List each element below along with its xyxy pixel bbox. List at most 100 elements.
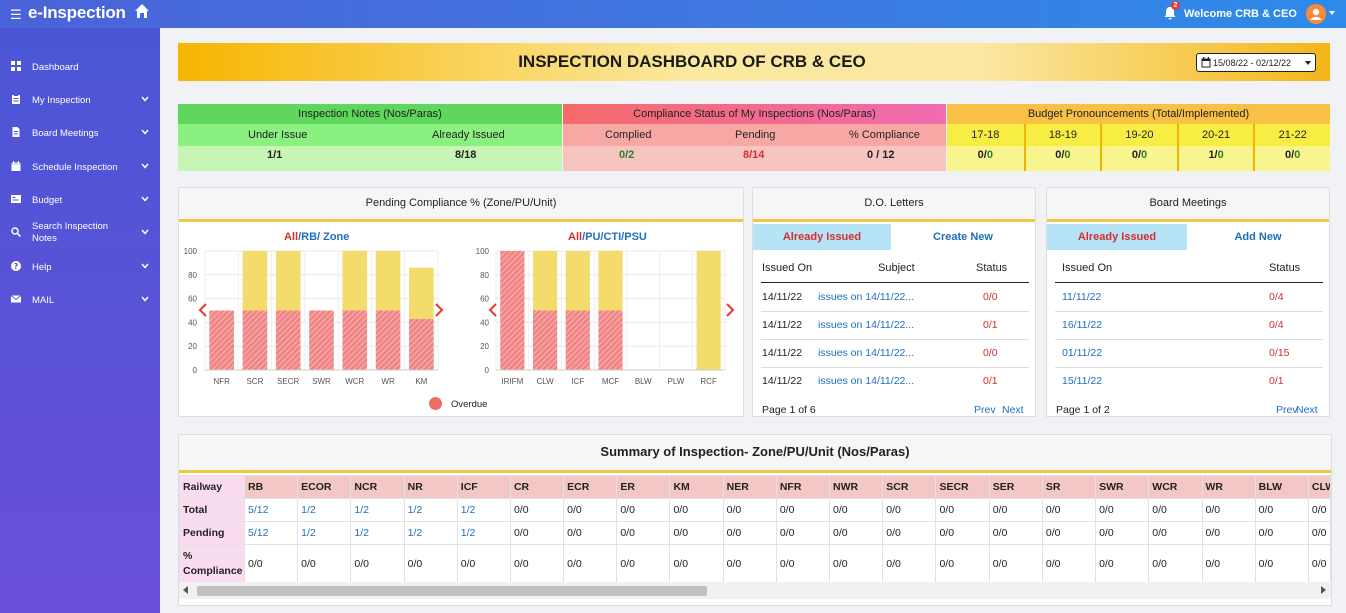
sidebar-item-budget[interactable]: Budget — [0, 186, 160, 214]
subject-link[interactable]: issues on 14/11/22... — [818, 375, 914, 387]
compliance-status-panel: Compliance Status of My Inspections (Nos… — [563, 104, 946, 171]
subject-link[interactable]: issues on 14/11/22... — [818, 291, 914, 303]
sidebar-item-schedule-inspection[interactable]: Schedule Inspection — [0, 153, 160, 181]
table-cell[interactable]: 1/2 — [297, 498, 352, 522]
do-letters-title: D.O. Letters — [753, 188, 1035, 222]
tab-do-create-new[interactable]: Create New — [891, 224, 1035, 250]
budget-year-column: 18-19 0/0 — [1023, 124, 1101, 171]
table-cell[interactable]: 1/2 — [403, 521, 458, 545]
table-cell[interactable]: 1/2 — [297, 521, 352, 545]
x-tick-label: SECR — [277, 377, 299, 386]
budget-year-value[interactable]: 0/0 — [947, 146, 1024, 164]
budget-icon — [11, 195, 21, 203]
tab-bm-already-issued[interactable]: Already Issued — [1047, 224, 1187, 250]
table-cell[interactable]: 1/2 — [456, 521, 511, 545]
zone-filter-rb-zone[interactable]: /RB/ Zone — [298, 231, 349, 243]
status-cell[interactable]: 0/4 — [1269, 291, 1284, 303]
sidebar-item-my-inspection[interactable]: My Inspection — [0, 86, 160, 114]
app-brand[interactable]: e-Inspection — [28, 3, 126, 23]
sidebar-item-dashboard[interactable]: Dashboard — [0, 53, 160, 81]
table-row[interactable]: 14/11/22 issues on 14/11/22... 0/0 — [753, 291, 1035, 319]
table-row[interactable]: 15/11/22 0/1 — [1047, 375, 1329, 403]
issued-on-cell: 14/11/22 — [762, 291, 803, 303]
tab-bm-add-new[interactable]: Add New — [1187, 224, 1329, 250]
home-icon[interactable] — [134, 3, 150, 19]
do-prev-button[interactable]: Prev — [974, 404, 996, 416]
budget-year-value[interactable]: 1/0 — [1179, 146, 1254, 164]
summary-horizontal-scrollbar[interactable] — [179, 582, 1331, 599]
table-cell: 0/0 — [243, 544, 299, 583]
bm-prev-button[interactable]: Prev — [1276, 404, 1298, 416]
status-cell[interactable]: 0/0 — [983, 347, 998, 359]
already-issued-value[interactable]: 8/18 — [455, 146, 476, 171]
column-header: RB — [243, 475, 299, 499]
table-cell: 0/0 — [616, 521, 671, 545]
bm-next-button[interactable]: Next — [1296, 404, 1318, 416]
issued-on-link[interactable]: 16/11/22 — [1062, 319, 1102, 331]
table-cell: 0/0 — [935, 544, 990, 583]
date-range-picker[interactable]: 15/08/22 - 02/12/22 — [1196, 53, 1316, 72]
mail-icon — [11, 295, 21, 303]
table-cell[interactable]: 1/2 — [350, 498, 405, 522]
table-cell[interactable]: 1/2 — [403, 498, 458, 522]
sidebar-item-mail[interactable]: MAIL — [0, 286, 160, 314]
chart-prev-arrow-icon[interactable] — [488, 303, 498, 317]
table-row[interactable]: 14/11/22 issues on 14/11/22... 0/1 — [753, 375, 1035, 403]
under-issue-value[interactable]: 1/1 — [267, 146, 282, 171]
table-cell: 0/0 — [563, 544, 618, 583]
table-row[interactable]: 16/11/22 0/4 — [1047, 319, 1329, 347]
avatar[interactable] — [1306, 4, 1326, 24]
status-cell[interactable]: 0/1 — [983, 375, 998, 387]
hamburger-menu-icon[interactable]: ☰ — [10, 7, 22, 23]
tab-do-already-issued[interactable]: Already Issued — [753, 224, 891, 250]
budget-year-column: 19-20 0/0 — [1100, 124, 1177, 171]
row-divider — [1055, 311, 1323, 312]
complied-value[interactable]: 0/2 — [619, 146, 634, 171]
table-cell[interactable]: 1/2 — [350, 521, 405, 545]
status-cell[interactable]: 0/1 — [1269, 375, 1284, 387]
sidebar-item-board-meetings[interactable]: Board Meetings — [0, 119, 160, 147]
user-menu-caret-icon[interactable] — [1329, 11, 1335, 15]
status-cell[interactable]: 0/4 — [1269, 319, 1284, 331]
zone-filter-all[interactable]: All — [284, 231, 298, 243]
table-cell: 0/0 — [882, 498, 937, 522]
status-cell[interactable]: 0/15 — [1269, 347, 1289, 359]
pending-value[interactable]: 8/14 — [743, 146, 764, 171]
issued-on-link[interactable]: 11/11/22 — [1062, 291, 1101, 303]
bar-segment — [375, 251, 401, 311]
do-letters-card: D.O. Letters Already Issued Create New I… — [752, 187, 1036, 417]
bar-segment — [342, 251, 368, 311]
sidebar-item-search-inspection-notes[interactable]: Search Inspection Notes — [0, 219, 160, 247]
column-header: NR — [403, 475, 458, 499]
status-cell[interactable]: 0/1 — [983, 319, 998, 331]
table-row[interactable]: 11/11/22 0/4 — [1047, 291, 1329, 319]
subject-link[interactable]: issues on 14/11/22... — [818, 347, 914, 359]
table-row[interactable]: 14/11/22 issues on 14/11/22... 0/0 — [753, 347, 1035, 375]
sidebar-item-label: Dashboard — [32, 62, 79, 73]
table-cell[interactable]: 5/12 — [243, 521, 299, 545]
budget-year-value[interactable]: 0/0 — [1102, 146, 1177, 164]
chart-next-arrow-icon[interactable] — [725, 303, 735, 317]
scroll-left-arrow-icon[interactable] — [183, 586, 188, 594]
budget-year-value[interactable]: 0/0 — [1255, 146, 1330, 164]
pu-filter-pu-cti-psu[interactable]: /PU/CTI/PSU — [582, 231, 647, 243]
board-meetings-title: Board Meetings — [1047, 188, 1329, 222]
table-cell[interactable]: 1/2 — [456, 498, 511, 522]
subject-link[interactable]: issues on 14/11/22... — [818, 319, 914, 331]
x-tick-label: ICF — [571, 377, 584, 386]
budget-year-value[interactable]: 0/0 — [1026, 146, 1101, 164]
scrollbar-thumb[interactable] — [197, 586, 707, 596]
status-cell[interactable]: 0/0 — [983, 291, 998, 303]
pu-filter-all[interactable]: All — [568, 231, 582, 243]
scroll-right-arrow-icon[interactable] — [1321, 586, 1326, 594]
do-next-button[interactable]: Next — [1002, 404, 1024, 416]
chart-prev-arrow-icon[interactable] — [198, 303, 208, 317]
issued-on-link[interactable]: 01/11/22 — [1062, 347, 1102, 359]
table-cell[interactable]: 5/12 — [243, 498, 299, 522]
issued-on-link[interactable]: 15/11/22 — [1062, 375, 1102, 387]
chart-next-arrow-icon[interactable] — [434, 303, 444, 317]
table-cell: 0/0 — [509, 498, 565, 522]
table-row[interactable]: 01/11/22 0/15 — [1047, 347, 1329, 375]
sidebar-item-help[interactable]: ? Help — [0, 253, 160, 281]
table-row[interactable]: 14/11/22 issues on 14/11/22... 0/1 — [753, 319, 1035, 347]
